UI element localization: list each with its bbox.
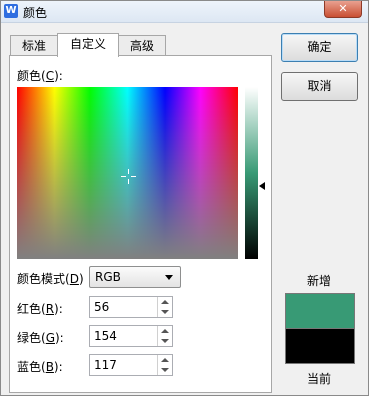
red-value: 56 xyxy=(94,300,110,314)
luminance-pointer-icon[interactable] xyxy=(259,182,265,190)
green-label: 绿色(G): xyxy=(17,331,64,345)
ok-button[interactable]: 确定 xyxy=(281,33,358,62)
color-spectrum-picker[interactable] xyxy=(17,87,238,259)
tab-advanced[interactable]: 高级 xyxy=(118,35,166,56)
current-color-swatch xyxy=(285,328,355,364)
blue-label: 蓝色(B): xyxy=(17,360,63,374)
blue-spinbox[interactable]: 117 xyxy=(89,354,173,376)
colors-label: 颜色(C): xyxy=(17,69,63,83)
color-model-label: 颜色模式(D) xyxy=(17,272,84,286)
tab-standard[interactable]: 标准 xyxy=(10,35,58,56)
blue-value: 117 xyxy=(94,358,117,372)
tab-custom[interactable]: 自定义 xyxy=(57,33,119,57)
blue-up-arrow-icon[interactable] xyxy=(161,358,169,362)
chevron-down-icon xyxy=(165,275,173,280)
red-down-arrow-icon[interactable] xyxy=(161,310,169,314)
green-value: 154 xyxy=(94,329,117,343)
new-color-swatch xyxy=(285,293,355,329)
green-up-arrow-icon[interactable] xyxy=(161,329,169,333)
dialog-title: 颜色 xyxy=(23,6,48,20)
luminance-slider[interactable] xyxy=(245,87,258,259)
green-spinbox[interactable]: 154 xyxy=(89,325,173,347)
wps-app-icon: W xyxy=(4,4,18,18)
color-model-value: RGB xyxy=(95,270,121,284)
green-down-arrow-icon[interactable] xyxy=(161,339,169,343)
crosshair-icon xyxy=(121,169,136,184)
red-up-arrow-icon[interactable] xyxy=(161,300,169,304)
close-button[interactable]: ✕ xyxy=(324,1,362,18)
blue-down-arrow-icon[interactable] xyxy=(161,368,169,372)
title-bar: W 颜色 ✕ xyxy=(1,1,368,23)
red-label: 红色(R): xyxy=(17,302,63,316)
red-spinbox[interactable]: 56 xyxy=(89,296,173,318)
color-model-select[interactable]: RGB xyxy=(89,266,181,288)
cancel-button[interactable]: 取消 xyxy=(281,72,358,101)
new-color-label: 新增 xyxy=(307,274,332,288)
current-color-label: 当前 xyxy=(307,372,332,386)
